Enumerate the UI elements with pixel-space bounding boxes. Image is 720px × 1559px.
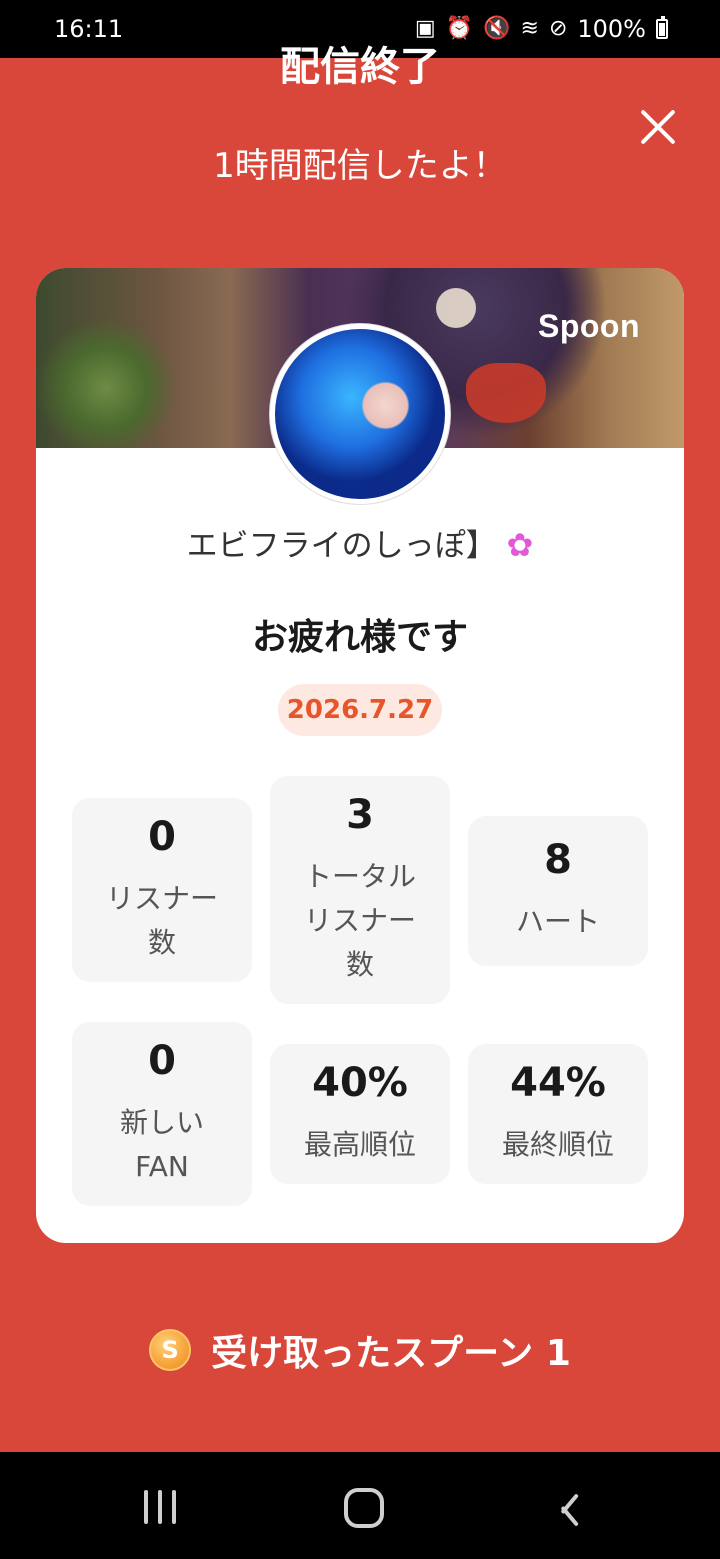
bow-decoration [466,363,546,423]
stat-hearts: 8 ハート [468,816,648,966]
sim-icon: ▣ [414,16,436,41]
stat-label: 最高順位 [303,1128,416,1161]
recent-apps-button[interactable] [144,1490,182,1524]
avatar[interactable] [270,324,450,504]
spoon-logo: Spoon [537,308,640,344]
close-button[interactable] [636,104,680,148]
status-time: 16:11 [54,15,124,43]
username: エビフライのしっぽ】 ✿ [0,520,720,565]
stat-label: 最終順位 [501,1128,614,1161]
stat-value: 40% [312,1060,408,1106]
greeting: お疲れ様です [251,617,468,658]
do-not-disturb-icon: ⊘ [548,16,568,41]
wifi-icon: ≋ [520,16,539,41]
sakura-icon: ✿ [506,526,534,564]
stat-label: ハート [515,905,600,938]
stat-value: 8 [544,837,572,883]
stat-listeners: 0 リスナー 数 [72,798,252,982]
received-spoons: S 受け取ったスプーン 1 [0,1322,720,1378]
home-button[interactable] [344,1488,384,1528]
spoon-coin-icon: S [149,1329,192,1371]
page-title: 配信終了 [280,44,440,90]
stat-final-rank: 44% 最終順位 [468,1044,648,1184]
stat-label: 新しい FAN [119,1106,204,1183]
stat-value: 44% [510,1060,606,1106]
received-spoons-label: 受け取ったスプーン 1 [211,1333,571,1374]
stat-label: トータル リスナー 数 [303,860,416,981]
back-button[interactable] [554,1490,588,1524]
status-icons: ▣ ⏰ 🔇 ≋ ⊘ 100% [415,15,668,43]
battery-percent: 100% [577,15,646,43]
alarm-icon: ⏰ [445,16,474,41]
stat-value: 0 [148,1038,176,1084]
stat-value: 0 [148,814,176,860]
stat-new-fans: 0 新しい FAN [72,1022,252,1206]
mute-icon: 🔇 [483,16,511,41]
navigation-bar [0,1452,720,1559]
username-text: エビフライのしっぽ】 [186,528,497,564]
battery-icon [656,16,668,39]
date-badge: 2026.7.27 [278,684,442,736]
stat-highest-rank: 40% 最高順位 [270,1044,450,1184]
stat-label: リスナー 数 [105,882,218,959]
stat-total-listeners: 3 トータル リスナー 数 [270,776,450,1004]
stat-value: 3 [346,792,374,838]
flower-decoration [436,288,476,328]
page-subtitle: 1時間配信したよ！ [213,146,507,186]
